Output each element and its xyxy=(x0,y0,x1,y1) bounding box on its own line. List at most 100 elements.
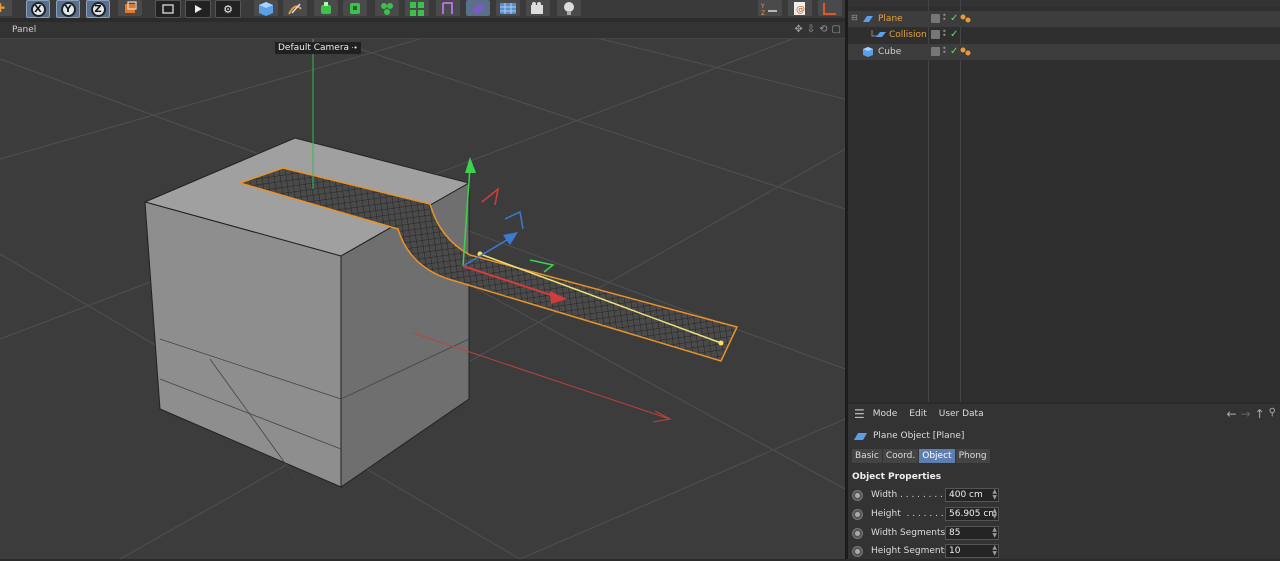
up-arrow-icon[interactable]: ↑ xyxy=(1255,407,1265,421)
move-tool-button[interactable]: ✚ xyxy=(0,0,12,16)
tab-coord[interactable]: Coord. xyxy=(882,449,919,463)
object-name: Cube xyxy=(878,47,902,57)
enabled-check-icon[interactable]: ✓ xyxy=(950,47,958,57)
forward-arrow-icon[interactable]: → xyxy=(1241,407,1251,421)
viewport-3d[interactable]: Default Camera ·• xyxy=(0,39,845,559)
menu-edit[interactable]: Edit xyxy=(909,409,926,419)
render-settings-icon[interactable]: ⚙ xyxy=(215,0,241,18)
property-width-segments: Width Segments 85 ▲ ▼ xyxy=(852,525,1280,543)
width-segments-field[interactable]: 85 ▲ ▼ xyxy=(945,526,999,540)
height-segments-field[interactable]: 10 ▲ ▼ xyxy=(945,544,999,558)
cube-icon xyxy=(863,47,873,57)
stepper-icon[interactable]: ▲ ▼ xyxy=(992,545,997,557)
stepper-icon[interactable]: ▲ ▼ xyxy=(992,508,997,520)
lock-y-button[interactable]: Y xyxy=(56,0,80,18)
panel-menu[interactable]: Panel xyxy=(12,25,36,35)
property-width: Width . . . . . . . . 400 cm ▲ ▼ xyxy=(852,487,1280,505)
array-generator-icon[interactable] xyxy=(405,0,429,16)
width-field[interactable]: 400 cm ▲ ▼ xyxy=(945,488,999,502)
tab-basic[interactable]: Basic xyxy=(852,449,882,463)
workplane-icon[interactable] xyxy=(818,0,842,16)
property-label: Width . . . . . . . . xyxy=(871,490,943,500)
menu-mode[interactable]: Mode xyxy=(873,409,898,419)
field-value: 56.905 cm xyxy=(949,509,998,519)
layer-icon[interactable] xyxy=(931,30,940,39)
svg-text:Z: Z xyxy=(761,10,765,16)
animate-radio[interactable] xyxy=(852,490,863,501)
viewport-scene[interactable] xyxy=(0,39,845,559)
attribute-navigation: ← → ↑ ⚲ xyxy=(1226,407,1276,421)
camera-label-text: Default Camera xyxy=(278,43,350,53)
property-label: Height Segments xyxy=(871,546,949,556)
extrude-generator-icon[interactable] xyxy=(343,0,367,16)
visibility-dots-icon[interactable]: • • xyxy=(942,45,948,57)
coordinate-system-icon[interactable] xyxy=(118,0,142,16)
enabled-check-icon[interactable]: ✓ xyxy=(950,30,958,40)
render-view-icon[interactable] xyxy=(155,0,181,18)
layer-icon[interactable] xyxy=(931,14,940,23)
visibility-dots-icon[interactable]: • • xyxy=(942,12,948,24)
mograph-cloner-icon[interactable] xyxy=(375,0,399,16)
camera-dot-icon: ·• xyxy=(349,44,358,52)
rotate-view-icon[interactable]: ⟲ xyxy=(819,24,827,36)
plane-icon xyxy=(854,432,867,440)
tab-phong[interactable]: Phong xyxy=(955,449,990,463)
expand-toggle-icon[interactable]: ⊟ xyxy=(851,13,858,22)
object-tags: • • ✓ xyxy=(931,45,971,57)
column-divider xyxy=(960,0,961,402)
bend-deformer-icon[interactable] xyxy=(436,0,460,16)
object-row-cube[interactable]: Cube • • ✓ xyxy=(848,44,1280,60)
enabled-check-icon[interactable]: ✓ xyxy=(950,14,958,24)
object-manager: ⊟ Plane • • ✓ Collision • • ✓ Cube • • ✓ xyxy=(848,0,1280,402)
menu-user-data[interactable]: User Data xyxy=(939,409,984,419)
maximize-view-icon[interactable]: ▢ xyxy=(832,24,841,36)
collider-tag-icon[interactable] xyxy=(960,14,971,23)
height-field[interactable]: 56.905 cm ▲ ▼ xyxy=(945,507,999,521)
collision-tag-icon xyxy=(876,32,886,37)
object-tags: • • ✓ xyxy=(931,12,971,24)
animate-radio[interactable] xyxy=(852,546,863,557)
object-row-collision[interactable]: Collision • • ✓ xyxy=(848,27,1280,43)
sky-grid-icon[interactable] xyxy=(496,0,520,16)
render-picture-viewer-icon[interactable] xyxy=(185,0,211,18)
floor-object-icon[interactable] xyxy=(466,0,490,16)
back-arrow-icon[interactable]: ← xyxy=(1226,407,1236,421)
pen-spline-icon[interactable] xyxy=(283,0,307,16)
collider-tag-icon[interactable] xyxy=(960,47,971,56)
layer-icon[interactable] xyxy=(931,47,940,56)
move-view-icon[interactable]: ✥ xyxy=(794,24,802,36)
camera-object-icon[interactable] xyxy=(526,0,550,16)
visibility-dots-icon[interactable]: • • xyxy=(942,28,948,40)
svg-text:Y: Y xyxy=(760,3,765,10)
field-value: 400 cm xyxy=(949,490,983,500)
viewport-header: Panel ✥ ⇩ ⟲ ▢ xyxy=(0,22,845,39)
attribute-menu: ☰ Mode Edit User Data xyxy=(848,404,1280,424)
property-height-segments: Height Segments 10 ▲ ▼ xyxy=(852,543,1280,561)
viewport-navigation: ✥ ⇩ ⟲ ▢ xyxy=(794,24,841,36)
hamburger-menu-icon[interactable]: ☰ xyxy=(854,407,865,421)
search-icon[interactable]: ⚲ xyxy=(1269,407,1276,421)
column-divider xyxy=(928,0,929,402)
animate-radio[interactable] xyxy=(852,528,863,539)
attribute-manager: ☰ Mode Edit User Data ← → ↑ ⚲ Plane Obje… xyxy=(848,404,1280,559)
attribute-tabs: Basic Coord. Object Phong xyxy=(852,449,990,463)
stepper-icon[interactable]: ▲ ▼ xyxy=(992,489,997,501)
stepper-icon[interactable]: ▲ ▼ xyxy=(992,527,997,539)
tab-object[interactable]: Object xyxy=(919,449,955,463)
field-value: 10 xyxy=(949,546,961,556)
camera-label[interactable]: Default Camera ·• xyxy=(275,42,361,54)
coordinate-axis-icon[interactable]: YZ xyxy=(758,0,782,16)
subdivision-surface-icon[interactable] xyxy=(314,0,338,16)
light-bulb-icon[interactable] xyxy=(557,0,581,16)
edit-render-settings-icon[interactable]: @ xyxy=(788,0,812,16)
object-row-plane[interactable]: ⊟ Plane • • ✓ xyxy=(848,11,1280,27)
dolly-view-icon[interactable]: ⇩ xyxy=(807,24,815,36)
lock-x-button[interactable]: X xyxy=(26,0,50,18)
cube-primitive-icon[interactable] xyxy=(254,0,278,16)
animate-radio[interactable] xyxy=(852,509,863,520)
property-label: Height . . . . . . . xyxy=(871,509,944,519)
lock-z-button[interactable]: Z xyxy=(86,0,110,18)
object-name: Collision xyxy=(889,30,927,40)
object-manager-menu xyxy=(848,0,1280,7)
main-toolbar: ✚ X Y Z ⚙ YZ @ xyxy=(0,0,848,18)
